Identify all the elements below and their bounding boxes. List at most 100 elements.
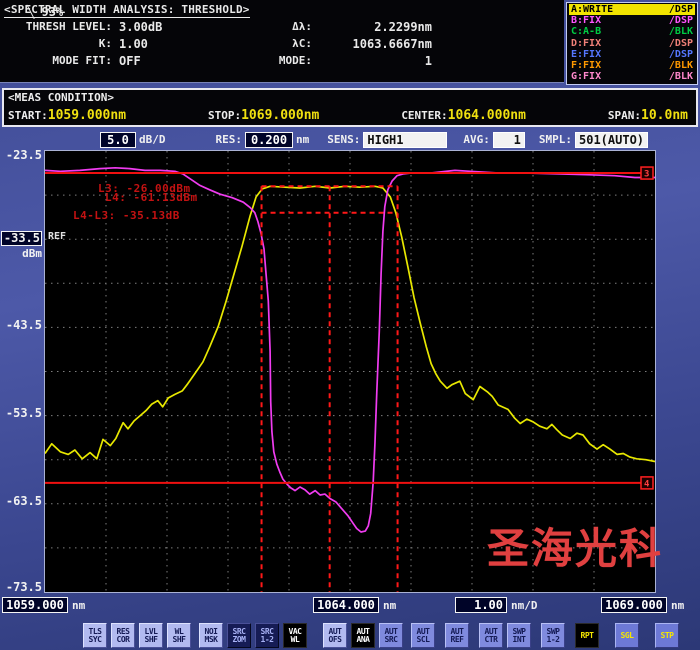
smpl-label: SMPL: <box>539 133 572 146</box>
trace-row-d[interactable]: D:FIX/DSP <box>569 38 695 49</box>
softkey-noi-msk[interactable]: NOIMSK <box>199 623 223 648</box>
trace-row-g[interactable]: G:FIX/BLK <box>569 71 695 82</box>
meas-field-span[interactable]: SPAN:10.0nm <box>608 104 688 123</box>
avg-label: AVG: <box>463 133 490 146</box>
softkey-swp-int[interactable]: SWPINT <box>507 623 531 648</box>
softkey-swp-1-2[interactable]: SWP1-2 <box>541 623 565 648</box>
smpl-field[interactable]: 501(AUTO) <box>575 132 648 148</box>
softkey-aut-ref[interactable]: AUTREF <box>445 623 469 648</box>
start-wavelength-field[interactable]: 1059.000 <box>2 597 68 613</box>
trace-label: G:FIX <box>571 71 601 82</box>
softkey-label: REF <box>451 636 464 644</box>
param-value: 1063.6667nm <box>312 37 432 51</box>
osa-screen: <SPECTRAL WIDTH ANALYSIS: THRESHOLD> THR… <box>0 0 700 650</box>
trace-row-f[interactable]: F:FIX/BLK <box>569 60 695 71</box>
softkey-label: WL <box>291 636 300 644</box>
softkey-src-1-2[interactable]: SRC1-2 <box>255 623 279 648</box>
softkey-label: SYC <box>89 636 102 644</box>
softkey-label: STP <box>661 632 674 640</box>
annotation-l4: L4: -61.13dBm <box>105 191 198 204</box>
meas-field-stop[interactable]: STOP:1069.000nm <box>208 104 319 123</box>
trace-label: D:FIX <box>571 38 601 49</box>
sens-label: SENS: <box>327 133 360 146</box>
trace-row-e[interactable]: E:FIX/DSP <box>569 49 695 60</box>
y-axis-label: -23.5 <box>0 149 42 162</box>
ref-level-field[interactable]: -33.5 <box>1 231 42 246</box>
y-axis-label: -53.5 <box>0 407 42 420</box>
meas-field-value: 1069.000nm <box>241 108 319 123</box>
trace-row-b[interactable]: B:FIX/DSP <box>569 15 695 26</box>
meas-field-value: 1064.000nm <box>448 108 526 123</box>
param-value: 3.00dB <box>112 20 252 34</box>
softkey-res-cor[interactable]: RESCOR <box>111 623 135 648</box>
softkey-label: SCL <box>417 636 430 644</box>
param-value: OFF <box>112 54 252 68</box>
trace-label: B:FIX <box>571 15 601 26</box>
analysis-param-row: MODE FIT:OFFMODE:1 <box>4 52 564 69</box>
annotation-l5: L4-L3: -35.13dB <box>73 209 180 222</box>
trace-label: E:FIX <box>571 49 601 60</box>
softkey-aut-src[interactable]: AUTSRC <box>379 623 403 648</box>
plot-canvas: 34L3: -26.00dBmL4: -61.13dBmL4-L3: -35.1… <box>45 151 655 592</box>
softkey-label: COR <box>117 636 130 644</box>
meas-field-center[interactable]: CENTER:1064.000nm <box>401 104 526 123</box>
center-wavelength-unit: nm <box>383 599 396 612</box>
softkey-aut-scl[interactable]: AUTSCL <box>411 623 435 648</box>
trace-label: A:WRITE <box>571 4 613 15</box>
trace-status: /BLK <box>669 71 693 82</box>
status-icon: ╲ <box>27 5 34 19</box>
trace-row-a[interactable]: A:WRITE/DSP <box>569 4 695 15</box>
trace-panel: A:WRITE/DSPB:FIX/DSPC:A-B/BLKD:FIX/DSPE:… <box>566 2 698 85</box>
softkey-label: INT <box>513 636 526 644</box>
sens-field[interactable]: HIGH1 <box>363 132 447 148</box>
x-axis-row: 1059.000 nm 1064.000 nm 1.00 nm/D 1069.0… <box>0 597 700 617</box>
softkey-lvl-shf[interactable]: LVLSHF <box>139 623 163 648</box>
trace-label: C:A-B <box>571 26 601 37</box>
softkey-label: SGL <box>621 632 634 640</box>
meas-condition-panel: <MEAS CONDITION> START:1059.000nmSTOP:10… <box>2 88 698 127</box>
wavelength-scale-field[interactable]: 1.00 <box>455 597 507 613</box>
softkey-rpt[interactable]: RPT <box>575 623 599 648</box>
trace-status: /DSP <box>669 49 693 60</box>
softkey-label: CTR <box>485 636 498 644</box>
softkey-vac-wl[interactable]: VACWL <box>283 623 307 648</box>
wavelength-scale-unit: nm/D <box>511 599 538 612</box>
trace-status: /DSP <box>669 15 693 26</box>
softkey-label: SHF <box>173 636 186 644</box>
softkey-tls-syc[interactable]: TLSSYC <box>83 623 107 648</box>
spectrum-plot: 34L3: -26.00dBmL4: -61.13dBmL4-L3: -35.1… <box>44 150 656 593</box>
trace-row-c[interactable]: C:A-B/BLK <box>569 26 695 37</box>
y-axis-label: -43.5 <box>0 319 42 332</box>
trace-label: F:FIX <box>571 60 601 71</box>
meas-field-label: STOP: <box>208 109 241 122</box>
softkey-src-zom[interactable]: SRCZOM <box>227 623 251 648</box>
res-label: RES: <box>216 133 243 146</box>
softkey-aut-ctr[interactable]: AUTCTR <box>479 623 503 648</box>
spectral-width-analysis-panel: <SPECTRAL WIDTH ANALYSIS: THRESHOLD> THR… <box>0 0 564 83</box>
analysis-params: THRESH LEVEL:3.00dBΔλ:2.2299nmK:1.00λC:1… <box>4 18 564 69</box>
analysis-param-row: THRESH LEVEL:3.00dBΔλ:2.2299nm <box>4 18 564 35</box>
param-value: 2.2299nm <box>312 20 432 34</box>
trace-status: /DSP <box>669 4 693 15</box>
softkey-row: TLSSYCRESCORLVLSHFWLSHFNOIMSKSRCZOMSRC1-… <box>0 622 700 649</box>
softkey-aut-ofs[interactable]: AUTOFS <box>323 623 347 648</box>
level-scale-unit: dB/D <box>139 133 166 146</box>
analysis-param-row: K:1.00λC:1063.6667nm <box>4 35 564 52</box>
ref-level-label: REF <box>48 231 66 242</box>
param-label: THRESH LEVEL: <box>4 20 112 33</box>
softkey-label: ANA <box>357 636 370 644</box>
softkey-stp[interactable]: STP <box>655 623 679 648</box>
softkey-aut-ana[interactable]: AUTANA <box>351 623 375 648</box>
res-field[interactable]: 0.200 <box>245 132 293 148</box>
meas-field-label: START: <box>8 109 48 122</box>
softkey-wl-shf[interactable]: WLSHF <box>167 623 191 648</box>
start-wavelength-unit: nm <box>72 599 85 612</box>
softkey-label: SHF <box>145 636 158 644</box>
meas-fields: START:1059.000nm STOP:1069.000nm CENTER:10… <box>8 104 692 123</box>
center-wavelength-field[interactable]: 1064.000 <box>313 597 379 613</box>
level-scale-field[interactable]: 5.0 <box>100 132 136 148</box>
avg-field[interactable]: 1 <box>493 132 525 148</box>
stop-wavelength-field[interactable]: 1069.000 <box>601 597 667 613</box>
softkey-sgl[interactable]: SGL <box>615 623 639 648</box>
meas-field-start[interactable]: START:1059.000nm <box>8 104 126 123</box>
